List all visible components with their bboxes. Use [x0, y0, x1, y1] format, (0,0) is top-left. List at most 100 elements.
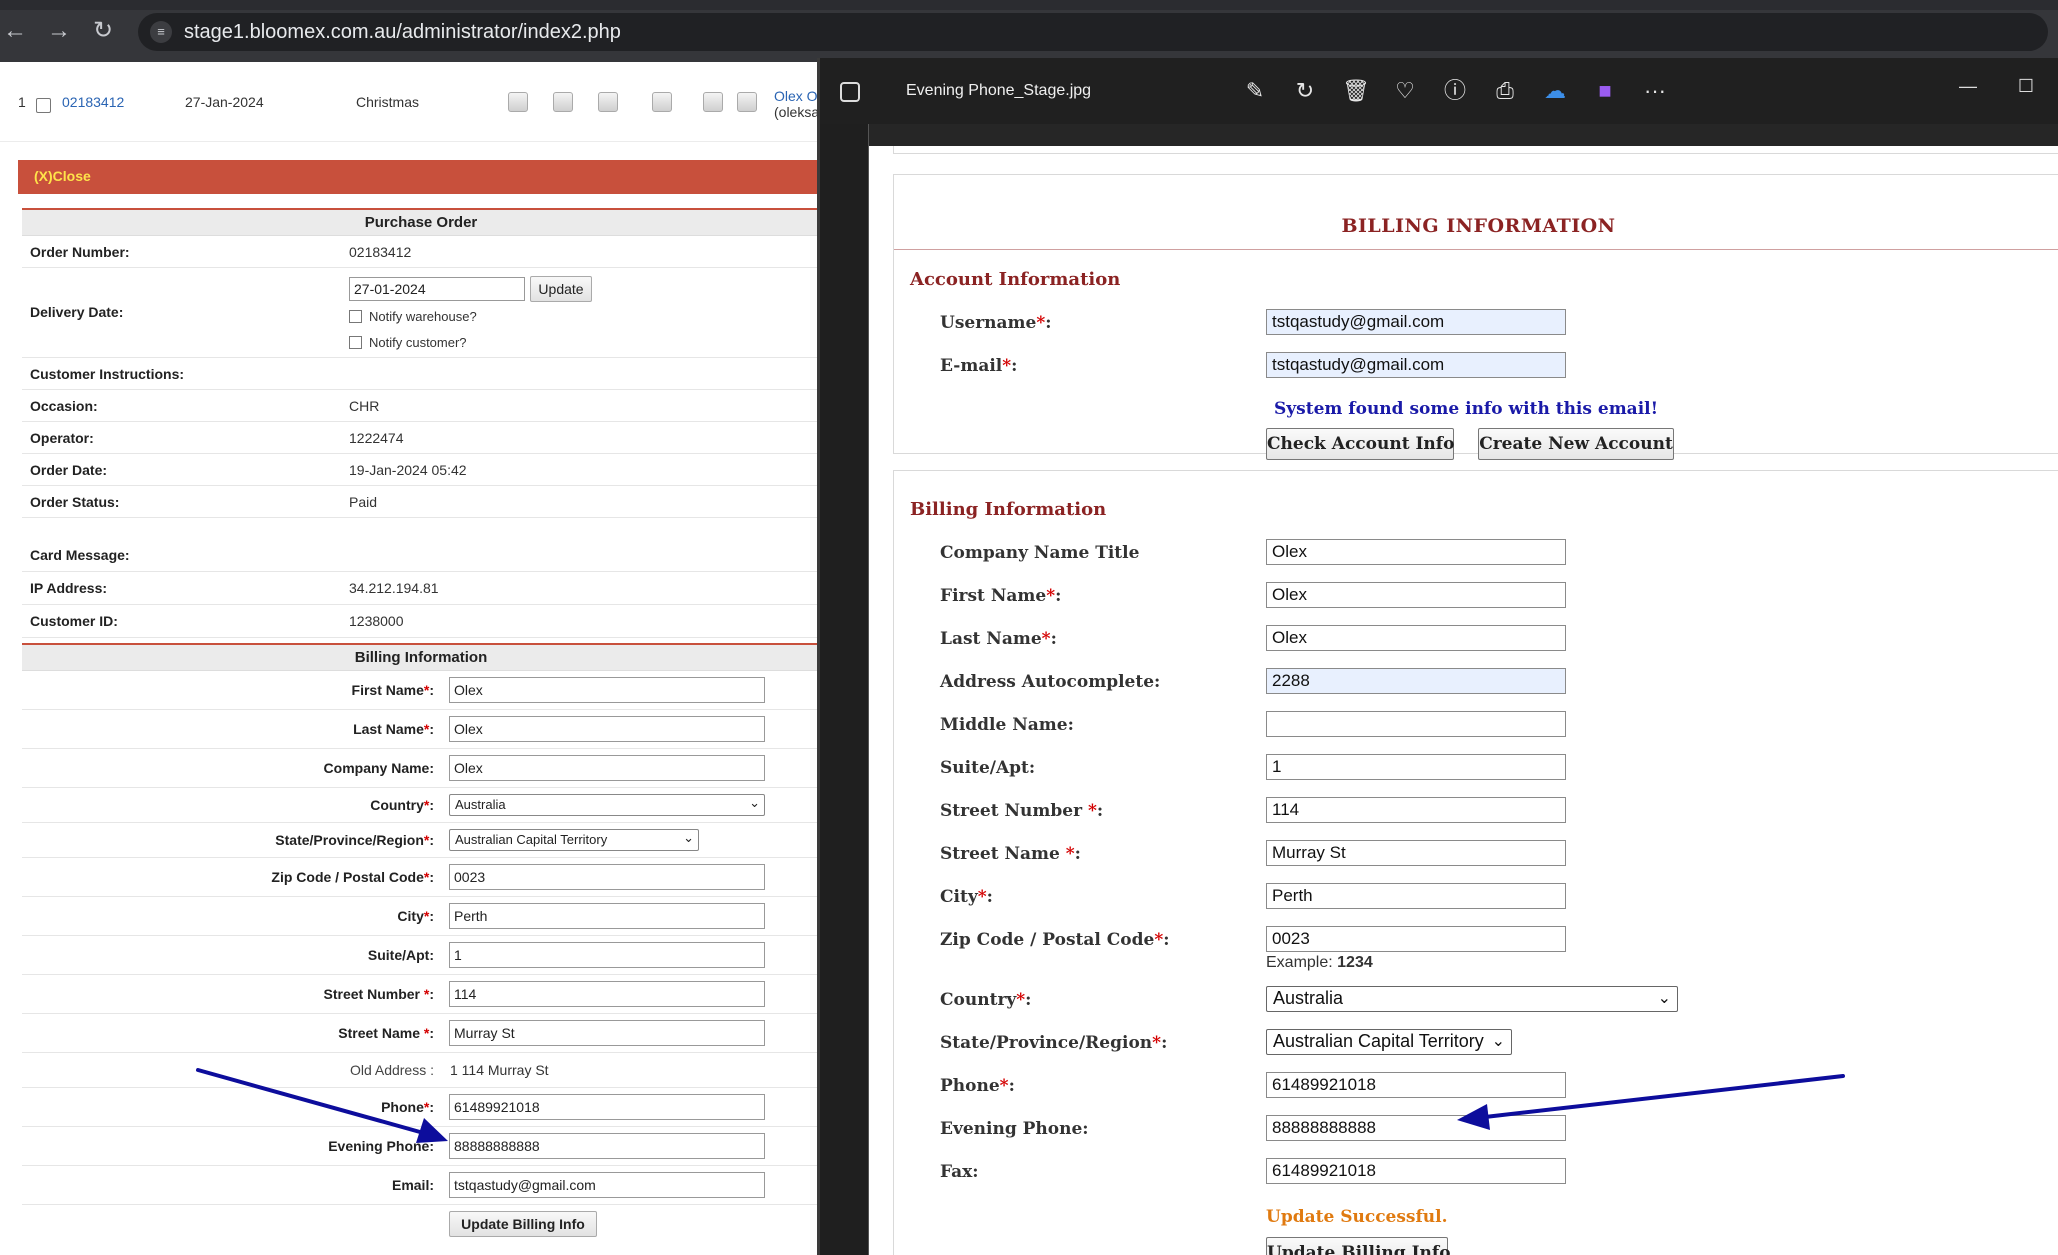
- street-name-label: Street Name *:: [940, 844, 1081, 864]
- ip-address-value: 34.212.194.81: [349, 580, 439, 596]
- back-icon[interactable]: ←: [2, 18, 28, 44]
- maximize-icon[interactable]: ☐: [2014, 74, 2038, 98]
- close-link[interactable]: (X)Close: [34, 168, 91, 184]
- suite-input[interactable]: 1: [449, 942, 765, 968]
- print-icon[interactable]: ⎙: [1492, 78, 1518, 104]
- state-row: State/Province/Region*: Australian Capit…: [22, 823, 820, 858]
- company-name-input[interactable]: Olex: [449, 755, 765, 781]
- email-input[interactable]: tstqastudy@gmail.com: [1266, 352, 1566, 378]
- operator-value: 1222474: [349, 430, 404, 446]
- field-label: City*:: [397, 908, 434, 924]
- create-account-button[interactable]: Create New Account: [1478, 428, 1674, 460]
- old-address-value: 1 114 Murray St: [450, 1062, 549, 1078]
- last-name-input[interactable]: Olex: [449, 716, 765, 742]
- divider: [894, 249, 2058, 250]
- more-icon[interactable]: ···: [1642, 78, 1668, 104]
- suite-label: Suite/Apt:: [940, 758, 1036, 778]
- field-label: Operator:: [30, 430, 94, 446]
- middle-name-input[interactable]: [1266, 711, 1566, 737]
- fax-label: Fax:: [940, 1162, 979, 1182]
- city-input[interactable]: Perth: [1266, 883, 1566, 909]
- delivery-date-input[interactable]: 27-01-2024: [349, 277, 525, 301]
- email-label: E-mail*:: [940, 356, 1018, 376]
- suite-input[interactable]: 1: [1266, 754, 1566, 780]
- purchase-order-section: Purchase Order Order Number: 02183412 De…: [22, 208, 820, 540]
- order-date-value: 19-Jan-2024 05:42: [349, 462, 467, 478]
- last-name-input[interactable]: Olex: [1266, 625, 1566, 651]
- notify-customer-checkbox[interactable]: [349, 336, 362, 349]
- edit-icon[interactable]: ✎: [1242, 78, 1268, 104]
- chevron-down-icon: ⌄: [1491, 1033, 1505, 1050]
- state-select[interactable]: Australian Capital Territory ⌄: [449, 829, 699, 851]
- customer-id-row: Customer ID: 1238000: [22, 605, 820, 638]
- phone-input[interactable]: 61489921018: [449, 1094, 765, 1120]
- action-icon[interactable]: [508, 92, 528, 112]
- check-account-button[interactable]: Check Account Info: [1266, 428, 1454, 460]
- username-input[interactable]: tstqastudy@gmail.com: [1266, 309, 1566, 335]
- update-billing-button[interactable]: Update Billing Info: [1266, 1237, 1451, 1255]
- evening-phone-input[interactable]: 88888888888: [1266, 1115, 1566, 1141]
- last-name-row: Last Name*: Olex: [22, 710, 820, 749]
- update-billing-button[interactable]: Update Billing Info: [449, 1211, 597, 1237]
- street-number-input[interactable]: 114: [449, 981, 765, 1007]
- email-input[interactable]: tstqastudy@gmail.com: [449, 1172, 765, 1198]
- country-select[interactable]: Australia ⌄: [449, 794, 765, 816]
- street-name-input[interactable]: Murray St: [1266, 840, 1566, 866]
- order-date: 27-Jan-2024: [185, 94, 264, 110]
- onedrive-icon[interactable]: ☁: [1542, 78, 1568, 104]
- action-icon[interactable]: [598, 92, 618, 112]
- city-input[interactable]: Perth: [449, 903, 765, 929]
- street-number-input[interactable]: 114: [1266, 797, 1566, 823]
- street-number-row: Street Number *: 114: [22, 975, 820, 1014]
- customer-name-link[interactable]: Olex O: [774, 88, 818, 104]
- street-name-input[interactable]: Murray St: [449, 1020, 765, 1046]
- clipchamp-icon[interactable]: ■: [1592, 78, 1618, 104]
- field-label: Delivery Date:: [30, 304, 124, 320]
- action-icon[interactable]: [703, 92, 723, 112]
- reload-icon[interactable]: ↻: [90, 18, 116, 44]
- address-bar[interactable]: ≡ stage1.bloomex.com.au/administrator/in…: [138, 13, 2048, 51]
- field-label: Street Name *:: [338, 1025, 434, 1041]
- favorite-icon[interactable]: ♡: [1392, 78, 1418, 104]
- minimize-icon[interactable]: —: [1956, 74, 1980, 98]
- evening-phone-input[interactable]: 88888888888: [449, 1133, 765, 1159]
- rotate-icon[interactable]: ↻: [1292, 78, 1318, 104]
- first-name-input[interactable]: Olex: [1266, 582, 1566, 608]
- browser-toolbar: ← → ↻ ≡ stage1.bloomex.com.au/administra…: [0, 0, 2058, 62]
- country-select[interactable]: Australia ⌄: [1266, 986, 1678, 1012]
- field-label: Zip Code / Postal Code*:: [271, 869, 434, 885]
- forward-icon[interactable]: →: [46, 18, 72, 44]
- country-label: Country*:: [940, 990, 1032, 1010]
- tab-strip: [0, 0, 2058, 10]
- order-number-link[interactable]: 02183412: [62, 94, 124, 110]
- action-icon[interactable]: [652, 92, 672, 112]
- admin-page: 1 02183412 27-Jan-2024 Christmas Olex O …: [0, 62, 820, 1255]
- update-date-button[interactable]: Update: [530, 276, 592, 302]
- row-checkbox[interactable]: [36, 98, 51, 113]
- order-status-value: Paid: [349, 494, 378, 510]
- fax-input[interactable]: 61489921018: [1266, 1158, 1566, 1184]
- delete-icon[interactable]: 🗑: [1342, 78, 1370, 104]
- field-label: Street Number *:: [323, 986, 434, 1002]
- order-occasion: Christmas: [356, 94, 420, 110]
- action-icon[interactable]: [737, 92, 757, 112]
- field-label: Customer ID:: [30, 613, 118, 629]
- company-input[interactable]: Olex: [1266, 539, 1566, 565]
- info-icon[interactable]: ⓘ: [1442, 78, 1468, 104]
- zip-input[interactable]: 0023: [449, 864, 765, 890]
- row-index: 1: [18, 94, 26, 110]
- notify-warehouse-checkbox[interactable]: [349, 310, 362, 323]
- site-info-icon[interactable]: ≡: [150, 21, 172, 43]
- action-icon[interactable]: [553, 92, 573, 112]
- close-bar[interactable]: (X)Close: [18, 160, 820, 194]
- update-success-message: Update Successful.: [1266, 1207, 1448, 1227]
- phone-input[interactable]: 61489921018: [1266, 1072, 1566, 1098]
- account-heading: Account Information: [910, 269, 1121, 290]
- field-label: Last Name*:: [353, 721, 434, 737]
- field-label: Email:: [391, 1177, 434, 1193]
- zip-input[interactable]: 0023: [1266, 926, 1566, 952]
- field-label: IP Address:: [30, 580, 108, 596]
- first-name-input[interactable]: Olex: [449, 677, 765, 703]
- autocomplete-input[interactable]: 2288: [1266, 668, 1566, 694]
- state-select[interactable]: Australian Capital Territory ⌄: [1266, 1029, 1512, 1055]
